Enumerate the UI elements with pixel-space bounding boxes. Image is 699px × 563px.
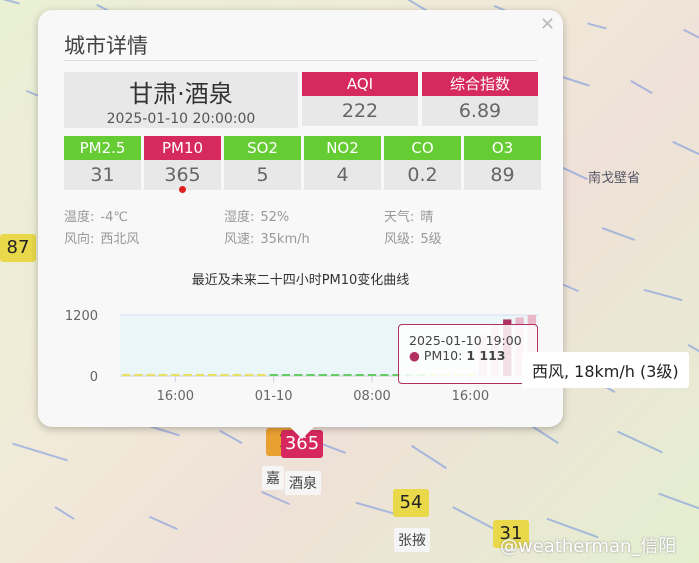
wind-streak: [630, 79, 653, 95]
wind-tooltip: 西风, 18km/h (3级): [522, 352, 689, 388]
pm10-bar: [134, 373, 143, 376]
wind-streak: [687, 343, 699, 369]
x-tick-label: 01-10: [255, 389, 293, 404]
pm10-bar: [122, 373, 131, 376]
city-label: 嘉: [262, 466, 284, 490]
pm10-bar: [294, 374, 303, 376]
wind-streak: [658, 492, 699, 514]
wind-streak: [0, 0, 20, 5]
pm10-bar: [281, 374, 291, 376]
tooltip-series: PM10:: [423, 348, 463, 363]
wind-streak: [601, 227, 636, 241]
pm10-bar: [343, 374, 352, 376]
pm10-bar: [380, 374, 389, 376]
pm10-bar: [232, 373, 241, 376]
pm10-bar: [158, 373, 168, 376]
pm10-bar: [269, 374, 278, 376]
pm10-bar: [331, 374, 340, 376]
x-tick-label: 16:00: [157, 389, 194, 404]
pm10-bar: [306, 374, 315, 376]
wind-streak: [683, 28, 699, 44]
chart-tooltip: 2025-01-10 19:00 ● PM10: 1 113: [398, 324, 538, 384]
pm10-bar: [367, 374, 377, 376]
wind-streak: [643, 288, 683, 302]
wind-streak: [452, 506, 495, 530]
wind-streak: [559, 165, 589, 181]
pm10-bar: [355, 374, 364, 376]
wind-streak: [148, 515, 179, 531]
wind-streak: [355, 501, 394, 515]
wind-streak: [410, 444, 448, 470]
aqi-marker[interactable]: 87: [0, 234, 36, 262]
tooltip-value: 1 113: [466, 348, 506, 363]
pm10-bar: [146, 373, 155, 376]
pm10-bar: [171, 373, 180, 376]
aqi-marker[interactable]: 54: [393, 489, 429, 517]
city-label: 酒泉: [285, 471, 321, 495]
wind-streak: [11, 442, 69, 462]
wind-streak: [219, 429, 243, 445]
tooltip-time: 2025-01-10 19:00: [409, 333, 522, 348]
y-tick-label: 1200: [65, 309, 98, 324]
pm10-bar: [183, 373, 192, 376]
wind-streak: [616, 430, 664, 454]
y-tick-label: 0: [90, 370, 98, 385]
wind-streak: [54, 506, 75, 520]
city-detail-panel: ✕ 城市详情 甘肃·酒泉 2025-01-10 20:00:00 AQI 222…: [38, 10, 563, 439]
city-label: 张掖: [394, 528, 430, 552]
pm10-bar: [318, 374, 327, 376]
pm10-bar: [220, 373, 229, 376]
map-region-label: 南戈壁省: [588, 171, 641, 186]
x-tick-label: 16:00: [452, 389, 489, 404]
pm10-bar: [208, 373, 217, 376]
wind-streak: [587, 22, 607, 30]
wind-streak: [671, 140, 699, 156]
pm10-bar: [257, 373, 266, 376]
pm10-bar: [244, 373, 254, 376]
pm10-bar: [195, 373, 205, 376]
watermark: @weatherman_信阳: [500, 536, 677, 557]
x-tick-label: 08:00: [353, 389, 390, 404]
